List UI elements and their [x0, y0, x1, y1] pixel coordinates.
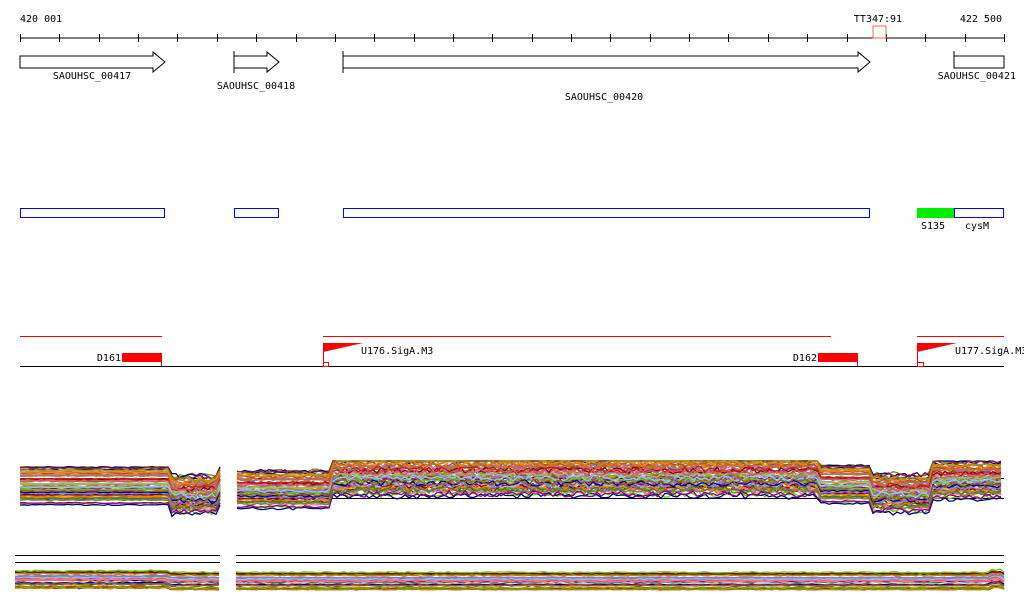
gene-box-00421[interactable] — [953, 55, 1005, 69]
feature-box[interactable] — [20, 208, 165, 218]
s135-label: S135 — [921, 221, 945, 232]
s135-feature[interactable] — [917, 208, 954, 218]
expression-line — [235, 568, 1005, 574]
gene-label: SAOUHSC_00420 — [565, 92, 643, 103]
d161-block[interactable] — [122, 353, 162, 362]
u176-label: U176.SigA.M3 — [361, 346, 433, 357]
gene-label: SAOUHSC_00421 — [938, 71, 1016, 82]
gene-label: SAOUHSC_00417 — [53, 71, 131, 82]
transcript-track — [20, 336, 1004, 367]
coordinate-ruler — [20, 34, 1005, 42]
genome-browser: 420 001 422 500 TT347:91 SAOUHSC_00417 S… — [14, 14, 1024, 591]
u176-promoter-flag[interactable] — [323, 343, 363, 352]
u177-promoter-flag[interactable] — [917, 343, 957, 352]
feature-box[interactable] — [234, 208, 279, 218]
expression-track-1 — [19, 459, 1004, 518]
cysm-feature[interactable] — [954, 208, 1004, 218]
cysm-label: cysM — [965, 221, 989, 232]
position-marker[interactable] — [872, 25, 887, 39]
d162-block[interactable] — [818, 353, 858, 362]
ruler-start-label: 420 001 — [20, 14, 62, 25]
gene-arrow-00418[interactable] — [233, 50, 280, 74]
gene-arrow-00417[interactable] — [19, 50, 166, 74]
gene-arrow-00420[interactable] — [342, 50, 871, 74]
ruler-end-label: 422 500 — [960, 14, 1002, 25]
u177-label: U177.SigA.M3 — [955, 346, 1024, 357]
feature-track — [20, 208, 1004, 218]
feature-box[interactable] — [343, 208, 870, 218]
expression-track-2 — [14, 555, 1005, 591]
d162-label: D162 — [793, 353, 817, 364]
d161-label: D161 — [97, 353, 121, 364]
marker-label[interactable]: TT347:91 — [854, 14, 902, 25]
gene-label: SAOUHSC_00418 — [217, 81, 295, 92]
